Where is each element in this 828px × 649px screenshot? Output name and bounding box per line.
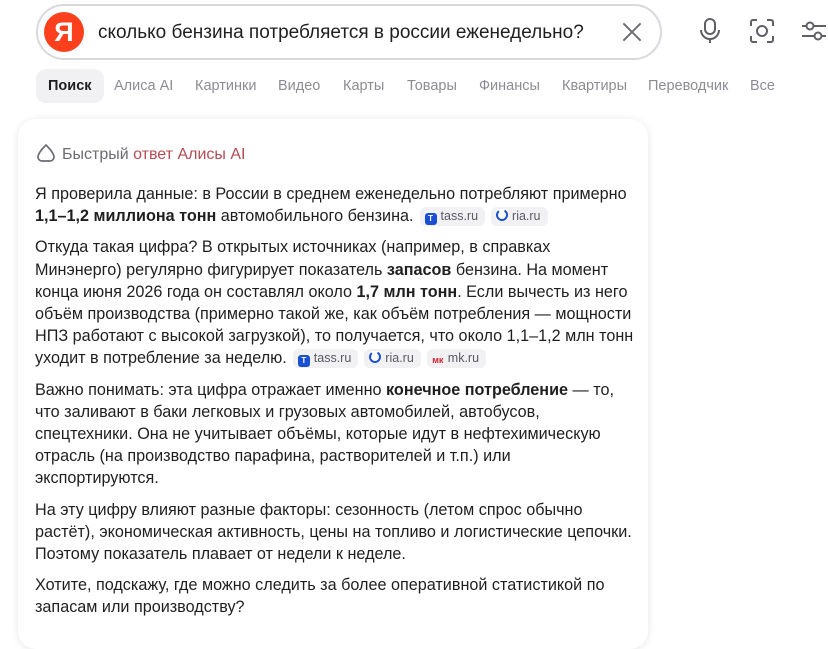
- alice-icon: [37, 144, 55, 162]
- tab-video[interactable]: Видео: [278, 69, 320, 103]
- tab-images[interactable]: Картинки: [195, 69, 256, 103]
- source-chip-mk[interactable]: мк mk.ru: [426, 349, 487, 369]
- alice-answer-link[interactable]: ответ Алисы AI: [133, 146, 245, 163]
- answer-paragraph: На эту цифру влияют разные факторы: сезо…: [35, 500, 632, 564]
- tab-maps[interactable]: Карты: [343, 69, 384, 103]
- ria-icon: [369, 351, 382, 364]
- tab-translator[interactable]: Переводчик: [648, 69, 728, 103]
- answer-paragraph: Откуда такая цифра? В открытых источника…: [35, 238, 634, 369]
- close-icon[interactable]: [621, 21, 643, 43]
- tab-finance[interactable]: Финансы: [479, 69, 540, 103]
- source-chip-ria[interactable]: ria.ru: [364, 349, 421, 369]
- search-input[interactable]: сколько бензина потребляется в россии еж…: [98, 22, 584, 44]
- mk-icon: мк: [432, 355, 444, 366]
- tab-search[interactable]: Поиск: [36, 69, 104, 103]
- answer-paragraph: Важно понимать: эта цифра отражает именн…: [35, 380, 614, 488]
- source-chip-tass[interactable]: Ttass.ru: [419, 207, 486, 227]
- tab-all[interactable]: Все: [750, 69, 775, 103]
- tass-icon: T: [297, 355, 310, 368]
- tab-alice-ai[interactable]: Алиса AI: [114, 69, 173, 103]
- microphone-icon[interactable]: [696, 17, 724, 45]
- camera-search-icon[interactable]: [748, 17, 776, 45]
- source-chip-ria[interactable]: ria.ru: [491, 207, 548, 227]
- tab-products[interactable]: Товары: [407, 69, 457, 103]
- card-header: Быстрый ответ Алисы AI: [36, 143, 245, 164]
- filter-sliders-icon[interactable]: [800, 17, 828, 45]
- tass-icon: T: [424, 213, 437, 226]
- yandex-logo[interactable]: Я: [44, 12, 84, 52]
- answer-body: Я проверила данные: в России в среднем е…: [35, 183, 635, 628]
- answer-paragraph: Я проверила данные: в России в среднем е…: [35, 185, 627, 227]
- alice-answer-card: Быстрый ответ Алисы AI Я проверила данны…: [18, 119, 648, 649]
- source-chip-tass[interactable]: Ttass.ru: [292, 349, 359, 369]
- answer-paragraph: Хотите, подскажу, где можно следить за б…: [35, 576, 605, 617]
- ria-icon: [496, 209, 509, 222]
- tab-apartments[interactable]: Квартиры: [562, 69, 627, 103]
- card-header-prefix: Быстрый: [62, 146, 134, 163]
- search-bar[interactable]: Я сколько бензина потребляется в россии …: [36, 4, 662, 60]
